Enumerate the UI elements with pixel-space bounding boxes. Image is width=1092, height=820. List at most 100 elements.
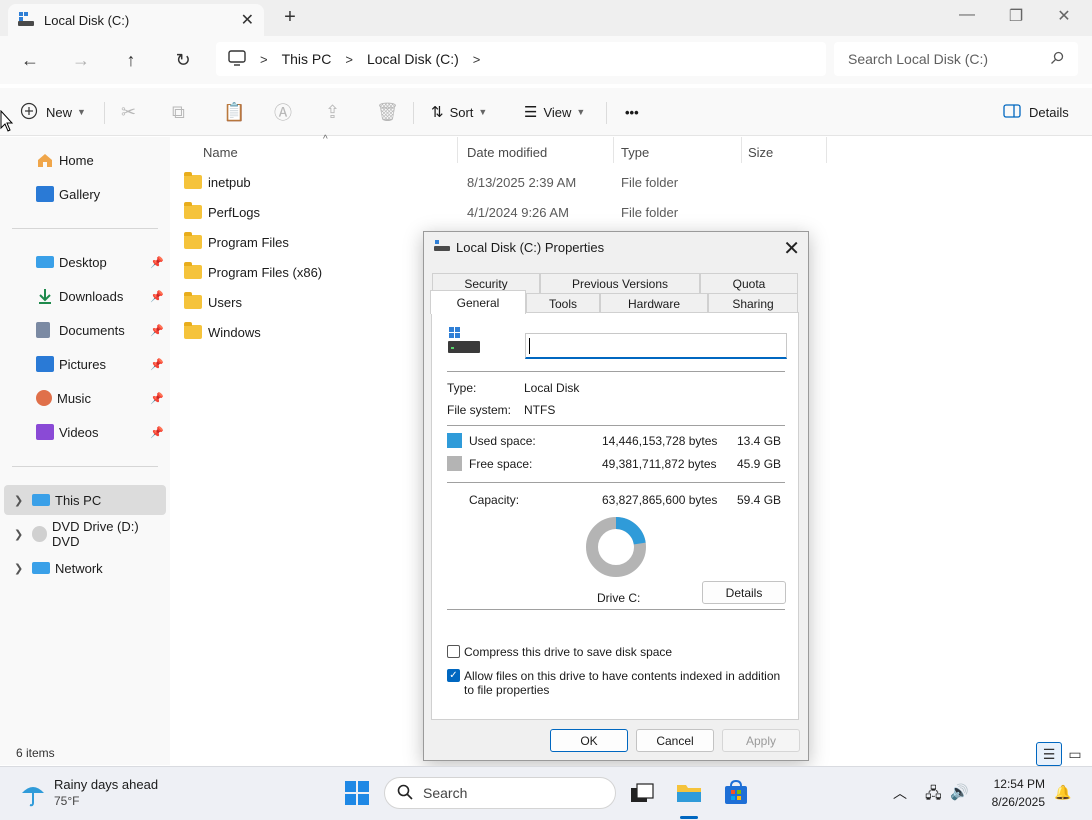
tab-local-disk[interactable]: Local Disk (C:) ✕ <box>8 4 264 36</box>
new-button[interactable]: New ▼ <box>20 100 86 124</box>
dialog-close-button[interactable]: ✕ <box>783 236 800 261</box>
store-icon[interactable] <box>722 779 750 807</box>
volume-icon[interactable]: 🔊 <box>950 783 969 801</box>
pin-icon[interactable]: 📌 <box>150 358 164 371</box>
mouse-cursor-icon <box>0 109 14 135</box>
table-row[interactable]: inetpub 8/13/2025 2:39 AM File folder <box>184 168 744 196</box>
start-button[interactable] <box>343 779 371 807</box>
disk-usage-donut <box>584 515 648 582</box>
notification-icon[interactable]: 🔔 <box>1054 784 1071 801</box>
sidebar-item-network[interactable]: ❯ Network <box>4 553 166 583</box>
pin-icon[interactable]: 📌 <box>150 392 164 405</box>
rename-icon[interactable]: Ⓐ <box>274 100 292 124</box>
forward-button[interactable]: → <box>69 48 93 72</box>
details-pane-button[interactable]: Details <box>1003 100 1069 124</box>
column-header-name[interactable]: Name <box>203 141 238 163</box>
index-checkbox[interactable]: ✓ <box>447 669 460 682</box>
column-header-size[interactable]: Size <box>748 141 773 163</box>
folder-icon <box>184 262 202 279</box>
tab-tools[interactable]: Tools <box>526 293 600 313</box>
paste-icon[interactable]: 📋 <box>223 100 245 124</box>
table-row[interactable]: PerfLogs 4/1/2024 9:26 AM File folder <box>184 198 744 226</box>
monitor-icon <box>228 49 246 69</box>
sidebar-item-dvd-drive[interactable]: ❯ DVD Drive (D:) DVD <box>4 519 166 549</box>
sort-button[interactable]: ⇅ Sort ▼ <box>431 100 487 124</box>
file-name: Windows <box>208 324 261 340</box>
ok-button[interactable]: OK <box>550 729 628 752</box>
sidebar-item-gallery[interactable]: Gallery <box>4 179 166 209</box>
search-input[interactable]: Search Local Disk (C:) <box>834 42 1078 76</box>
delete-icon[interactable]: 🗑 <box>376 100 399 124</box>
folder-icon <box>184 292 202 309</box>
file-explorer-taskbar-icon[interactable] <box>675 779 703 807</box>
chevron-right-icon[interactable]: ❯ <box>14 494 28 507</box>
tab-previous-versions[interactable]: Previous Versions <box>540 273 700 293</box>
pin-icon[interactable]: 📌 <box>150 256 164 269</box>
sidebar-item-pictures[interactable]: Pictures 📌 <box>4 349 166 379</box>
sidebar-item-downloads[interactable]: Downloads 📌 <box>4 281 166 311</box>
folder-icon <box>184 322 202 339</box>
up-button[interactable]: ↑ <box>119 48 143 72</box>
sidebar-item-music[interactable]: Music 📌 <box>4 383 166 413</box>
column-divider[interactable] <box>613 137 614 163</box>
new-tab-button[interactable]: + <box>280 6 300 29</box>
folder-icon <box>184 172 202 189</box>
sidebar-item-videos[interactable]: Videos 📌 <box>4 417 166 447</box>
network-status-icon[interactable]: 🖧 <box>925 783 942 808</box>
more-options-button[interactable]: ••• <box>625 100 639 124</box>
dvd-icon <box>31 526 48 542</box>
chevron-right-icon[interactable]: ❯ <box>14 528 28 541</box>
tab-general[interactable]: General <box>430 290 526 314</box>
column-divider[interactable] <box>741 137 742 163</box>
drive-name-field[interactable] <box>525 333 787 359</box>
minimize-button[interactable]: — <box>955 6 979 24</box>
close-tab-icon[interactable]: ✕ <box>241 10 254 30</box>
apply-button[interactable]: Apply <box>722 729 800 752</box>
column-divider[interactable] <box>457 137 458 163</box>
file-name: Program Files (x86) <box>208 264 323 280</box>
task-view-icon[interactable] <box>628 779 656 807</box>
clock-date[interactable]: 8/26/2025 <box>978 795 1045 809</box>
copy-icon[interactable]: ⧉ <box>172 100 185 124</box>
breadcrumb-local-disk[interactable]: Local Disk (C:) <box>367 51 459 67</box>
sidebar-item-documents[interactable]: Documents 📌 <box>4 315 166 345</box>
file-system-value: NTFS <box>524 403 556 417</box>
chevron-right-icon[interactable]: ❯ <box>14 562 28 575</box>
cancel-button[interactable]: Cancel <box>636 729 714 752</box>
tab-hardware[interactable]: Hardware <box>600 293 708 313</box>
sidebar-item-desktop[interactable]: Desktop 📌 <box>4 247 166 277</box>
tiles-view-button[interactable]: ▭ <box>1062 742 1088 766</box>
show-hidden-icons-chevron[interactable]: ︿ <box>893 783 907 803</box>
sidebar-item-this-pc[interactable]: ❯ This PC <box>4 485 166 515</box>
taskbar-search[interactable]: Search <box>384 777 616 809</box>
column-divider[interactable] <box>826 137 827 163</box>
back-button[interactable]: ← <box>18 48 42 72</box>
refresh-button[interactable]: ↻ <box>171 48 195 72</box>
compress-checkbox[interactable] <box>447 645 460 658</box>
pin-icon[interactable]: 📌 <box>150 324 164 337</box>
breadcrumb-separator[interactable]: > <box>473 52 481 67</box>
details-view-button[interactable]: ☰ <box>1036 742 1062 766</box>
disk-cleanup-details-button[interactable]: Details <box>702 581 786 604</box>
used-space-label: Used space: <box>469 434 536 448</box>
drive-icon <box>18 11 34 29</box>
view-button[interactable]: ☰ View ▼ <box>524 100 585 124</box>
sidebar-item-label: Music <box>57 390 91 406</box>
maximize-button[interactable]: ❐ <box>1004 6 1028 26</box>
cut-icon[interactable]: ✂ <box>121 100 136 124</box>
capacity-label: Capacity: <box>469 493 520 507</box>
clock-time[interactable]: 12:54 PM <box>978 777 1045 791</box>
sidebar-item-home[interactable]: Home <box>4 145 166 175</box>
address-bar[interactable]: > This PC > Local Disk (C:) > <box>216 42 826 76</box>
pin-icon[interactable]: 📌 <box>150 290 164 303</box>
breadcrumb-this-pc[interactable]: This PC <box>282 51 332 67</box>
pin-icon[interactable]: 📌 <box>150 426 164 439</box>
column-header-type[interactable]: Type <box>621 141 649 163</box>
tab-quota[interactable]: Quota <box>700 273 798 293</box>
tab-sharing[interactable]: Sharing <box>708 293 798 313</box>
share-icon[interactable]: ⇪ <box>325 100 340 124</box>
close-window-button[interactable]: ✕ <box>1052 6 1076 26</box>
sort-label: Sort <box>449 104 474 120</box>
column-header-date[interactable]: Date modified <box>467 141 547 163</box>
taskbar-search-label: Search <box>423 785 468 801</box>
